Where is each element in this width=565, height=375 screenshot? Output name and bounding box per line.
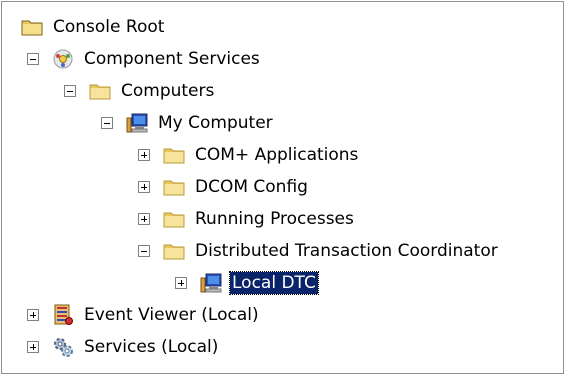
folder-icon — [163, 212, 185, 228]
expand-icon[interactable] — [138, 181, 150, 193]
tree-node-label: Computers — [121, 81, 215, 101]
tree-node-distributed-transaction-coordinator[interactable]: Distributed Transaction Coordinator — [138, 235, 500, 267]
tree-node-label: Distributed Transaction Coordinator — [195, 241, 498, 261]
tree-node-component-services[interactable]: Component Services — [27, 43, 262, 75]
console-tree: Console Root Component Services Computer… — [1, 1, 564, 374]
event-viewer-icon — [54, 304, 73, 325]
tree-node-com-plus-applications[interactable]: COM+ Applications — [138, 139, 360, 171]
folder-icon — [21, 20, 43, 36]
tree-node-label: COM+ Applications — [195, 145, 359, 165]
folder-icon — [163, 148, 185, 164]
tree-node-console-root[interactable]: Console Root — [21, 11, 166, 43]
tree-node-label: Services (Local) — [84, 337, 219, 357]
tree-node-label: Component Services — [84, 49, 260, 69]
tree-node-label: Local DTC — [229, 271, 319, 295]
collapse-icon[interactable] — [101, 117, 113, 129]
expand-icon[interactable] — [27, 341, 39, 353]
collapse-icon[interactable] — [27, 53, 39, 65]
tree-node-services[interactable]: Services (Local) — [27, 331, 220, 363]
folder-icon — [163, 180, 185, 196]
folder-icon — [89, 84, 111, 100]
expand-icon[interactable] — [138, 149, 150, 161]
tree-node-label: Running Processes — [195, 209, 354, 229]
collapse-icon[interactable] — [138, 245, 150, 257]
tree-node-label: DCOM Config — [195, 177, 308, 197]
folder-icon — [163, 244, 185, 260]
tree-node-dcom-config[interactable]: DCOM Config — [138, 171, 310, 203]
expand-icon[interactable] — [138, 213, 150, 225]
tree-node-my-computer[interactable]: My Computer — [101, 107, 275, 139]
expand-icon[interactable] — [175, 277, 187, 289]
tree-node-computers[interactable]: Computers — [64, 75, 216, 107]
tree-node-label: Event Viewer (Local) — [84, 305, 259, 325]
computer-icon — [200, 273, 222, 293]
tree-node-local-dtc[interactable]: Local DTC — [175, 267, 319, 299]
component-services-icon — [53, 49, 73, 69]
tree-node-event-viewer[interactable]: Event Viewer (Local) — [27, 299, 261, 331]
gear-icon — [54, 338, 73, 357]
tree-node-running-processes[interactable]: Running Processes — [138, 203, 356, 235]
tree-node-label: Console Root — [53, 17, 165, 37]
tree-node-label: My Computer — [158, 113, 273, 133]
expand-icon[interactable] — [27, 309, 39, 321]
computer-icon — [126, 113, 148, 133]
collapse-icon[interactable] — [64, 85, 76, 97]
